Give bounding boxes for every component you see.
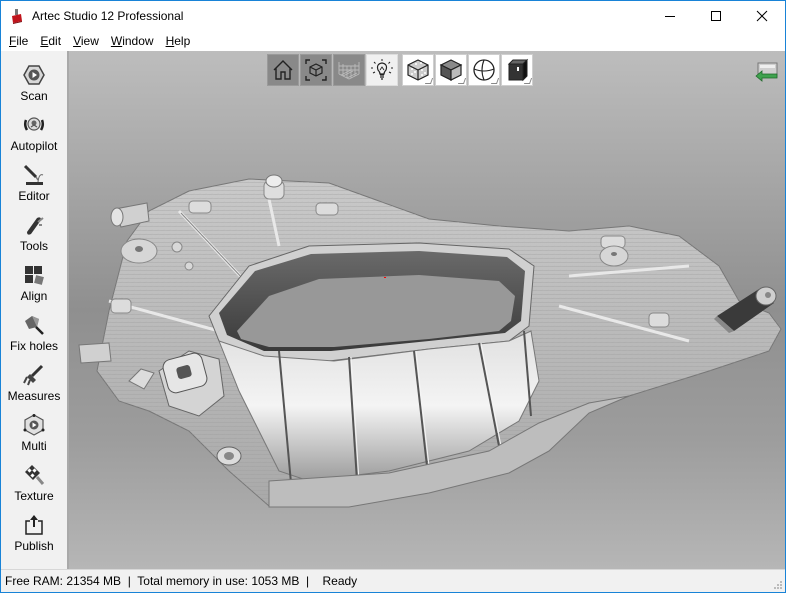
render-texture-button[interactable] xyxy=(402,54,434,86)
multi-icon xyxy=(23,414,45,436)
home-icon xyxy=(273,60,293,80)
maximize-icon xyxy=(711,11,721,21)
sidebar-item-label: Align xyxy=(20,289,48,303)
maximize-button[interactable] xyxy=(693,1,739,31)
menu-accel: V xyxy=(73,34,81,48)
menu-bar: File Edit View Window Help xyxy=(1,31,785,51)
render-wireframe-button[interactable] xyxy=(468,54,500,86)
sidebar-item-label: Scan xyxy=(20,89,48,103)
menu-label: dit xyxy=(48,34,62,48)
fit-cube-icon xyxy=(305,59,327,81)
status-bar: Free RAM: 21354 MB | Total memory in use… xyxy=(1,569,785,592)
menu-accel: W xyxy=(110,34,123,48)
sidebar-item-label: Autopilot xyxy=(10,139,58,153)
sidebar-item-fix-holes[interactable]: Fix holes xyxy=(1,311,67,361)
menu-window[interactable]: Window xyxy=(109,34,160,48)
menu-label: indow xyxy=(122,34,154,48)
menu-label: elp xyxy=(174,34,191,48)
fit-to-view-button[interactable] xyxy=(300,54,332,86)
status-text: Free RAM: 21354 MB | Total memory in use… xyxy=(5,574,358,588)
fix-holes-icon xyxy=(25,316,44,335)
menu-accel: H xyxy=(165,34,175,48)
minimize-button[interactable] xyxy=(647,1,693,31)
sidebar-item-scan[interactable]: Scan xyxy=(1,61,67,111)
grid-toggle-button[interactable] xyxy=(333,54,365,86)
sidebar-item-measures[interactable]: Measures xyxy=(1,361,67,411)
artec-logo-icon xyxy=(12,9,22,24)
autopilot-icon xyxy=(23,117,45,131)
sidebar-item-autopilot[interactable]: Autopilot xyxy=(1,111,67,161)
sidebar-item-align[interactable]: Align xyxy=(1,261,67,311)
grid-icon xyxy=(338,62,360,80)
render-mode-button[interactable] xyxy=(501,54,533,86)
measures-icon xyxy=(23,364,44,386)
menu-view[interactable]: View xyxy=(71,34,105,48)
close-button[interactable] xyxy=(739,1,785,31)
menu-file[interactable]: File xyxy=(7,34,34,48)
tools-icon xyxy=(27,217,44,235)
back-button[interactable] xyxy=(755,61,779,83)
sidebar-item-label: Texture xyxy=(14,489,54,503)
menu-help[interactable]: Help xyxy=(164,34,197,48)
lightbulb-icon xyxy=(371,59,393,80)
scan-icon xyxy=(23,65,45,85)
editor-icon xyxy=(23,164,44,185)
lighting-toggle-button[interactable] xyxy=(366,54,398,86)
viewport-toolbar xyxy=(267,54,534,87)
sphere-wireframe-icon xyxy=(473,59,495,81)
sidebar-item-editor[interactable]: Editor xyxy=(1,161,67,211)
3d-viewport[interactable] xyxy=(69,51,785,569)
resize-grip-icon[interactable] xyxy=(773,580,783,590)
app-window: Artec Studio 12 Professional File Edit V… xyxy=(0,0,786,593)
scanned-part-model[interactable] xyxy=(69,51,785,569)
sidebar-item-publish[interactable]: Publish xyxy=(1,511,67,561)
sidebar-item-label: Fix holes xyxy=(9,339,59,353)
sidebar-item-label: Multi xyxy=(21,439,47,453)
title-bar[interactable]: Artec Studio 12 Professional xyxy=(1,1,785,31)
menu-label: ile xyxy=(16,34,29,48)
sidebar-item-label: Tools xyxy=(19,239,48,253)
sidebar-item-tools[interactable]: Tools xyxy=(1,211,67,261)
menu-edit[interactable]: Edit xyxy=(38,34,67,48)
menu-label: iew xyxy=(80,34,99,48)
render-solid-button[interactable] xyxy=(435,54,467,86)
sidebar-item-label: Editor xyxy=(18,189,50,203)
sidebar-item-multi[interactable]: Multi xyxy=(1,411,67,461)
solid-cube-icon xyxy=(439,59,463,81)
align-icon xyxy=(25,266,44,285)
window-title: Artec Studio 12 Professional xyxy=(32,9,184,23)
dark-cube-icon xyxy=(507,58,529,82)
textured-cube-icon xyxy=(407,59,429,81)
sidebar-item-label: Publish xyxy=(14,539,54,553)
back-arrow-icon xyxy=(755,62,778,82)
home-view-button[interactable] xyxy=(267,54,299,86)
publish-icon xyxy=(25,515,43,535)
minimize-icon xyxy=(665,16,675,17)
texture-icon xyxy=(25,465,45,485)
close-icon xyxy=(756,10,768,22)
sidebar-item-label: Measures xyxy=(7,389,61,403)
sidebar-item-texture[interactable]: Texture xyxy=(1,461,67,511)
tool-sidebar: Scan Autopilot Editor Tools Align Fix ho… xyxy=(1,51,69,569)
